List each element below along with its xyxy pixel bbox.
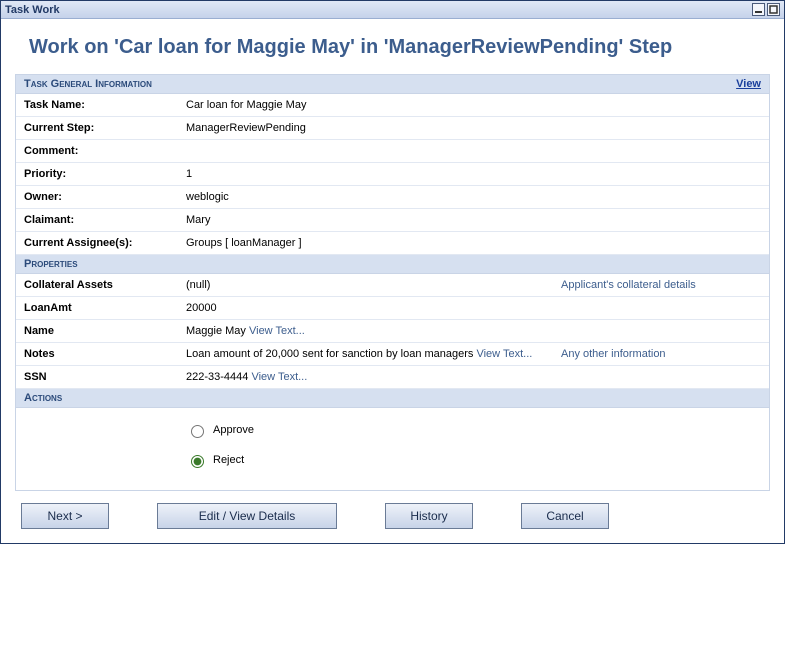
label-ssn: SSN [24,371,186,383]
next-button[interactable]: Next > [21,503,109,529]
label-current-step: Current Step: [24,122,186,134]
value-ssn-text: 222-33-4444 [186,371,251,383]
label-comment: Comment: [24,145,186,157]
radio-reject[interactable] [191,455,204,468]
value-claimant: Mary [186,214,761,226]
value-notes-text: Loan amount of 20,000 sent for sanction … [186,348,476,360]
value-name-text: Maggie May [186,325,249,337]
row-notes: Notes Loan amount of 20,000 sent for san… [16,343,769,366]
window-title: Task Work [5,4,60,16]
value-name: Maggie May View Text... [186,325,551,337]
radio-reject-line[interactable]: Reject [186,452,761,468]
page-heading: Work on 'Car loan for Maggie May' in 'Ma… [29,35,770,60]
viewtext-name[interactable]: View Text... [249,325,305,337]
value-priority: 1 [186,168,761,180]
row-task-name: Task Name: Car loan for Maggie May [16,94,769,117]
minimize-button[interactable] [752,3,765,16]
value-owner: weblogic [186,191,761,203]
row-collateral: Collateral Assets (null) Applicant's col… [16,274,769,297]
value-notes: Loan amount of 20,000 sent for sanction … [186,348,551,360]
value-assignee: Groups [ loanManager ] [186,237,761,249]
side-notes: Any other information [551,348,761,360]
radio-reject-label: Reject [213,454,244,466]
value-current-step: ManagerReviewPending [186,122,761,134]
row-ssn: SSN 222-33-4444 View Text... [16,366,769,389]
radio-approve-label: Approve [213,424,254,436]
row-comment: Comment: [16,140,769,163]
label-claimant: Claimant: [24,214,186,226]
view-link[interactable]: View [736,78,761,90]
radio-approve-line[interactable]: Approve [186,422,761,438]
section-header-properties: Properties [16,255,769,274]
radio-approve[interactable] [191,425,204,438]
content-area: Work on 'Car loan for Maggie May' in 'Ma… [1,19,784,543]
section-header-general: Task General Information View [16,75,769,94]
label-assignee: Current Assignee(s): [24,237,186,249]
edit-view-details-button[interactable]: Edit / View Details [157,503,337,529]
task-work-window: Task Work Work on 'Car loan for Maggie M… [0,0,785,544]
label-priority: Priority: [24,168,186,180]
row-name: Name Maggie May View Text... [16,320,769,343]
section-title-general: Task General Information [24,78,152,90]
row-claimant: Claimant: Mary [16,209,769,232]
titlebar: Task Work [1,1,784,19]
cancel-button[interactable]: Cancel [521,503,609,529]
label-notes: Notes [24,348,186,360]
value-collateral: (null) [186,279,551,291]
row-assignee: Current Assignee(s): Groups [ loanManage… [16,232,769,255]
button-bar: Next > Edit / View Details History Cance… [15,503,770,529]
row-priority: Priority: 1 [16,163,769,186]
window-controls [752,3,780,16]
section-title-properties: Properties [24,258,78,270]
history-button[interactable]: History [385,503,473,529]
label-name: Name [24,325,186,337]
value-task-name: Car loan for Maggie May [186,99,761,111]
side-collateral: Applicant's collateral details [551,279,761,291]
label-loanamt: LoanAmt [24,302,186,314]
row-owner: Owner: weblogic [16,186,769,209]
maximize-button[interactable] [767,3,780,16]
value-ssn: 222-33-4444 View Text... [186,371,551,383]
label-collateral: Collateral Assets [24,279,186,291]
row-loanamt: LoanAmt 20000 [16,297,769,320]
viewtext-ssn[interactable]: View Text... [251,371,307,383]
viewtext-notes[interactable]: View Text... [476,348,532,360]
label-owner: Owner: [24,191,186,203]
row-current-step: Current Step: ManagerReviewPending [16,117,769,140]
value-loanamt: 20000 [186,302,551,314]
label-task-name: Task Name: [24,99,186,111]
section-header-actions: Actions [16,389,769,408]
section-title-actions: Actions [24,392,62,404]
actions-body: Approve Reject [16,408,769,490]
main-panel: Task General Information View Task Name:… [15,74,770,491]
